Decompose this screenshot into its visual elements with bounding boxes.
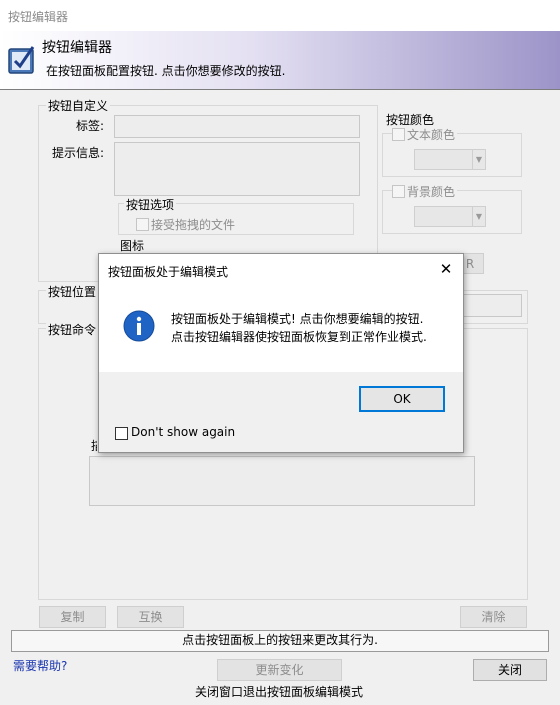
bg-color-checkbox[interactable] [392,185,405,198]
clear-button[interactable]: 清除 [460,606,527,628]
text-color-select[interactable]: ▼ [414,149,486,170]
command-field-label: 描 [91,437,97,451]
icon-label: 图标 [120,239,145,253]
ok-button[interactable]: OK [359,386,445,412]
swap-button[interactable]: 互换 [117,606,184,628]
command-input[interactable] [89,456,475,506]
custom-group-label: 按钮自定义 [46,97,111,114]
dialog-message-line1: 按钮面板处于编辑模式! 点击你想要编辑的按钮. [171,312,424,326]
header-title: 按钮编辑器 [42,40,112,56]
tooltip-input[interactable] [114,142,360,196]
accept-drag-label: 接受拖拽的文件 [151,218,236,232]
title-bar: 按钮编辑器 [0,0,560,32]
window-title: 按钮编辑器 [8,10,69,24]
help-link[interactable]: 需要帮助? [13,657,67,674]
chevron-down-icon: ▼ [472,150,485,169]
label-input[interactable] [114,115,360,138]
tooltip-field-label: 提示信息: [52,146,105,160]
header-banner: 按钮编辑器 在按钮面板配置按钮. 点击你想要修改的按钮. [0,31,560,90]
text-color-label: 文本颜色 [405,126,458,143]
info-icon [123,310,155,342]
bg-color-select[interactable]: ▼ [414,206,486,227]
options-group-label: 按钮选项 [124,196,177,213]
dialog-message-line2: 点击按钮编辑器使按钮面板恢复到正常作业模式. [171,330,427,344]
close-icon[interactable]: ✕ [435,258,457,280]
button-editor-icon [8,46,35,74]
bg-color-label: 背景颜色 [405,183,458,200]
dialog-title: 按钮面板处于编辑模式 [108,265,229,279]
text-color-checkbox[interactable] [392,128,405,141]
close-button[interactable]: 关闭 [473,659,547,681]
position-group-label: 按钮位置 [46,283,99,300]
status-bar: 点击按钮面板上的按钮来更改其行为. [11,630,549,652]
label-field-label: 标签: [76,119,105,133]
edit-mode-dialog: 按钮面板处于编辑模式 ✕ 按钮面板处于编辑模式! 点击你想要编辑的按钮. 点击按… [98,253,464,453]
command-group-label: 按钮命令 [46,321,99,338]
accept-drag-checkbox[interactable] [136,218,149,231]
dont-show-label: Don't show again [131,425,236,439]
dialog-footer: OK Don't show again [99,372,463,452]
dont-show-checkbox[interactable] [115,427,128,440]
chevron-down-icon: ▼ [472,207,485,226]
header-subtitle: 在按钮面板配置按钮. 点击你想要修改的按钮. [46,64,286,78]
update-button[interactable]: 更新变化 [217,659,342,681]
copy-button[interactable]: 复制 [39,606,106,628]
footer-note: 关闭窗口退出按钮面板编辑模式 [195,685,364,699]
